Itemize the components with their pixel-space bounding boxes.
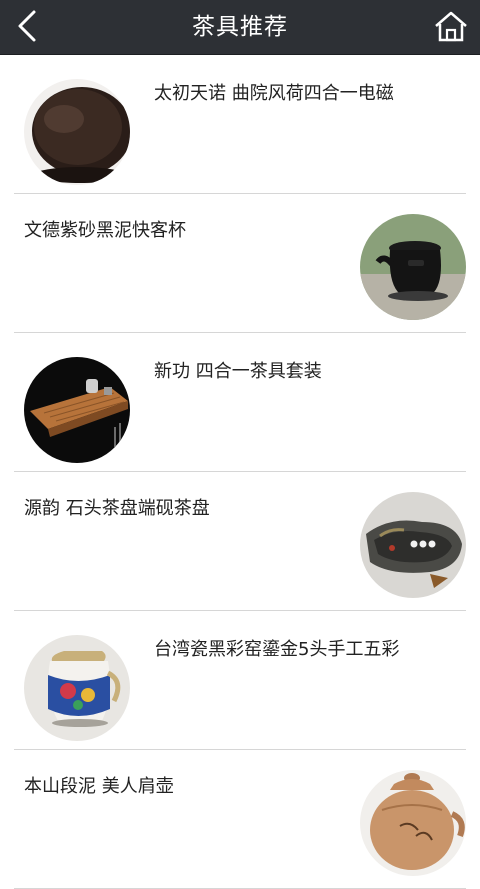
product-thumbnail (360, 492, 466, 598)
product-thumbnail (24, 635, 130, 741)
list-item[interactable]: 本山段泥 美人肩壶 (14, 750, 466, 889)
top-bar: 茶具推荐 (0, 0, 480, 55)
product-list: 太初天诺 曲院风荷四合一电磁 文德紫砂黑泥快客杯 新功 四合一茶具套装 源韵 石… (0, 55, 480, 889)
list-item[interactable]: 文德紫砂黑泥快客杯 (14, 194, 466, 333)
product-thumbnail (360, 214, 466, 320)
stone-tea-tray-image (360, 492, 466, 598)
tea-tray-set-image (24, 357, 130, 463)
product-name: 新功 四合一茶具套装 (154, 361, 322, 382)
list-item[interactable]: 太初天诺 曲院风荷四合一电磁 (14, 55, 466, 194)
page-title: 茶具推荐 (192, 14, 288, 40)
product-thumbnail (24, 79, 130, 185)
black-clay-cup-image (360, 214, 466, 320)
porcelain-pitcher-image (24, 635, 130, 741)
product-name: 文德紫砂黑泥快客杯 (24, 220, 186, 241)
product-name: 源韵 石头茶盘端砚茶盘 (24, 498, 210, 519)
product-thumbnail (24, 357, 130, 463)
list-item[interactable]: 新功 四合一茶具套装 (14, 333, 466, 472)
product-thumbnail (360, 770, 466, 876)
home-icon (435, 11, 467, 42)
product-name: 太初天诺 曲院风荷四合一电磁 (154, 83, 394, 104)
product-name: 本山段泥 美人肩壶 (24, 776, 174, 797)
home-button[interactable] (432, 8, 470, 44)
list-item[interactable]: 台湾瓷黑彩窑鎏金5头手工五彩 (14, 611, 466, 750)
electric-stove-image (24, 79, 130, 185)
list-item[interactable]: 源韵 石头茶盘端砚茶盘 (14, 472, 466, 611)
clay-teapot-image (360, 770, 466, 876)
product-name: 台湾瓷黑彩窑鎏金5头手工五彩 (154, 639, 400, 660)
